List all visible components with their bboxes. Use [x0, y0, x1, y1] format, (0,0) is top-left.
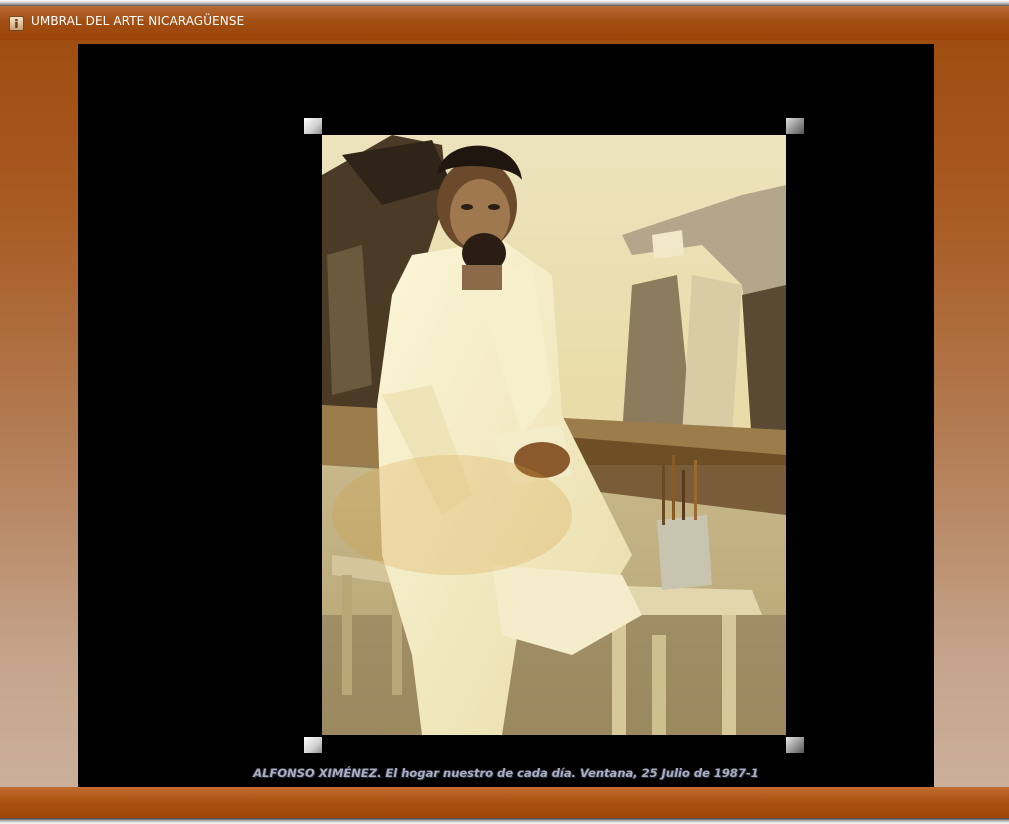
- window-title: UMBRAL DEL ARTE NICARAGÜENSE: [31, 14, 245, 28]
- photo-frame: [304, 118, 804, 753]
- bottom-bar: [0, 787, 1009, 818]
- info-icon[interactable]: [9, 16, 24, 31]
- frame-corner-top-left: [304, 118, 322, 134]
- artist-photograph[interactable]: [322, 135, 786, 735]
- bottom-border: [0, 818, 1009, 824]
- title-bar: UMBRAL DEL ARTE NICARAGÜENSE: [0, 6, 1009, 40]
- image-viewer: [78, 44, 934, 787]
- lightbox-window: UMBRAL DEL ARTE NICARAGÜENSE ALFONSO XIM…: [0, 0, 1009, 824]
- frame-corner-bottom-right: [786, 737, 804, 753]
- frame-corner-top-right: [786, 118, 804, 134]
- frame-corner-bottom-left: [304, 737, 322, 753]
- photo-caption: ALFONSO XIMÉNEZ. El hogar nuestro de cad…: [253, 766, 759, 780]
